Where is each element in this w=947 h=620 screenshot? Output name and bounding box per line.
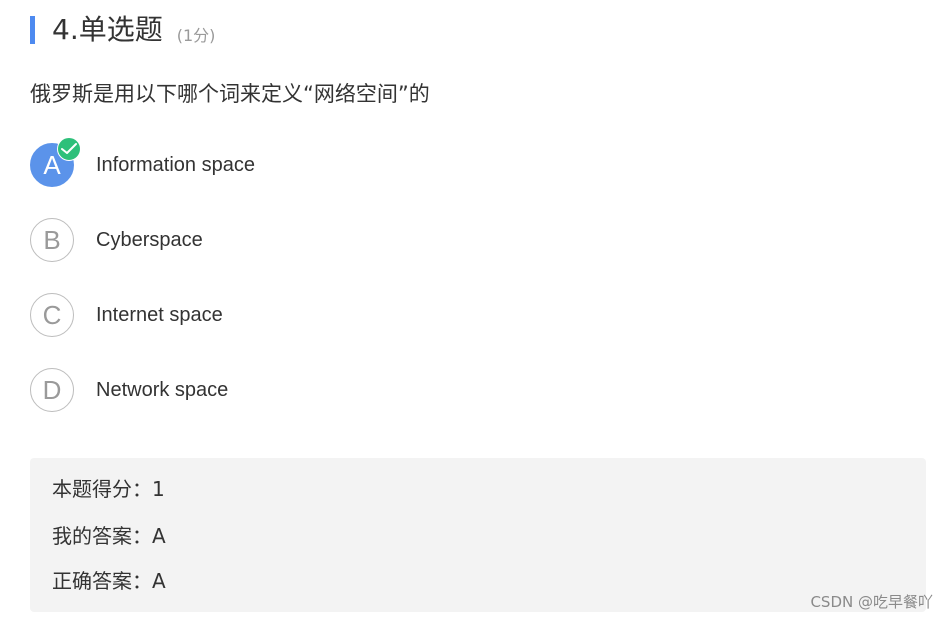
result-panel: 本题得分：1 我的答案：A 正确答案：A <box>30 458 926 612</box>
option-text-b: Cyberspace <box>96 228 203 251</box>
score-line: 本题得分：1 <box>52 477 165 501</box>
option-b[interactable]: B Cyberspace <box>30 217 630 263</box>
title-accent-bar <box>30 16 35 44</box>
my-answer-line: 我的答案：A <box>52 524 166 548</box>
watermark: CSDN @吃早餐吖 <box>810 593 933 611</box>
question-score: (1分) <box>176 26 216 45</box>
question-title: 4.单选题 <box>52 13 163 46</box>
option-a[interactable]: A Information space <box>30 137 630 188</box>
option-letter-b: B <box>30 218 74 262</box>
option-text-c: Internet space <box>96 303 223 326</box>
option-letter-d: D <box>30 368 74 412</box>
options-list: A Information space B Cyberspace C Inter… <box>30 137 630 442</box>
question-header: 4.单选题 (1分) <box>30 12 215 48</box>
option-c[interactable]: C Internet space <box>30 292 630 338</box>
checkmark-icon <box>57 137 81 161</box>
option-text-a: Information space <box>96 153 255 176</box>
option-letter-c: C <box>30 293 74 337</box>
option-text-d: Network space <box>96 378 229 401</box>
question-text: 俄罗斯是用以下哪个词来定义“网络空间”的 <box>30 82 430 106</box>
option-d[interactable]: D Network space <box>30 367 630 413</box>
correct-answer-line: 正确答案：A <box>52 569 166 593</box>
